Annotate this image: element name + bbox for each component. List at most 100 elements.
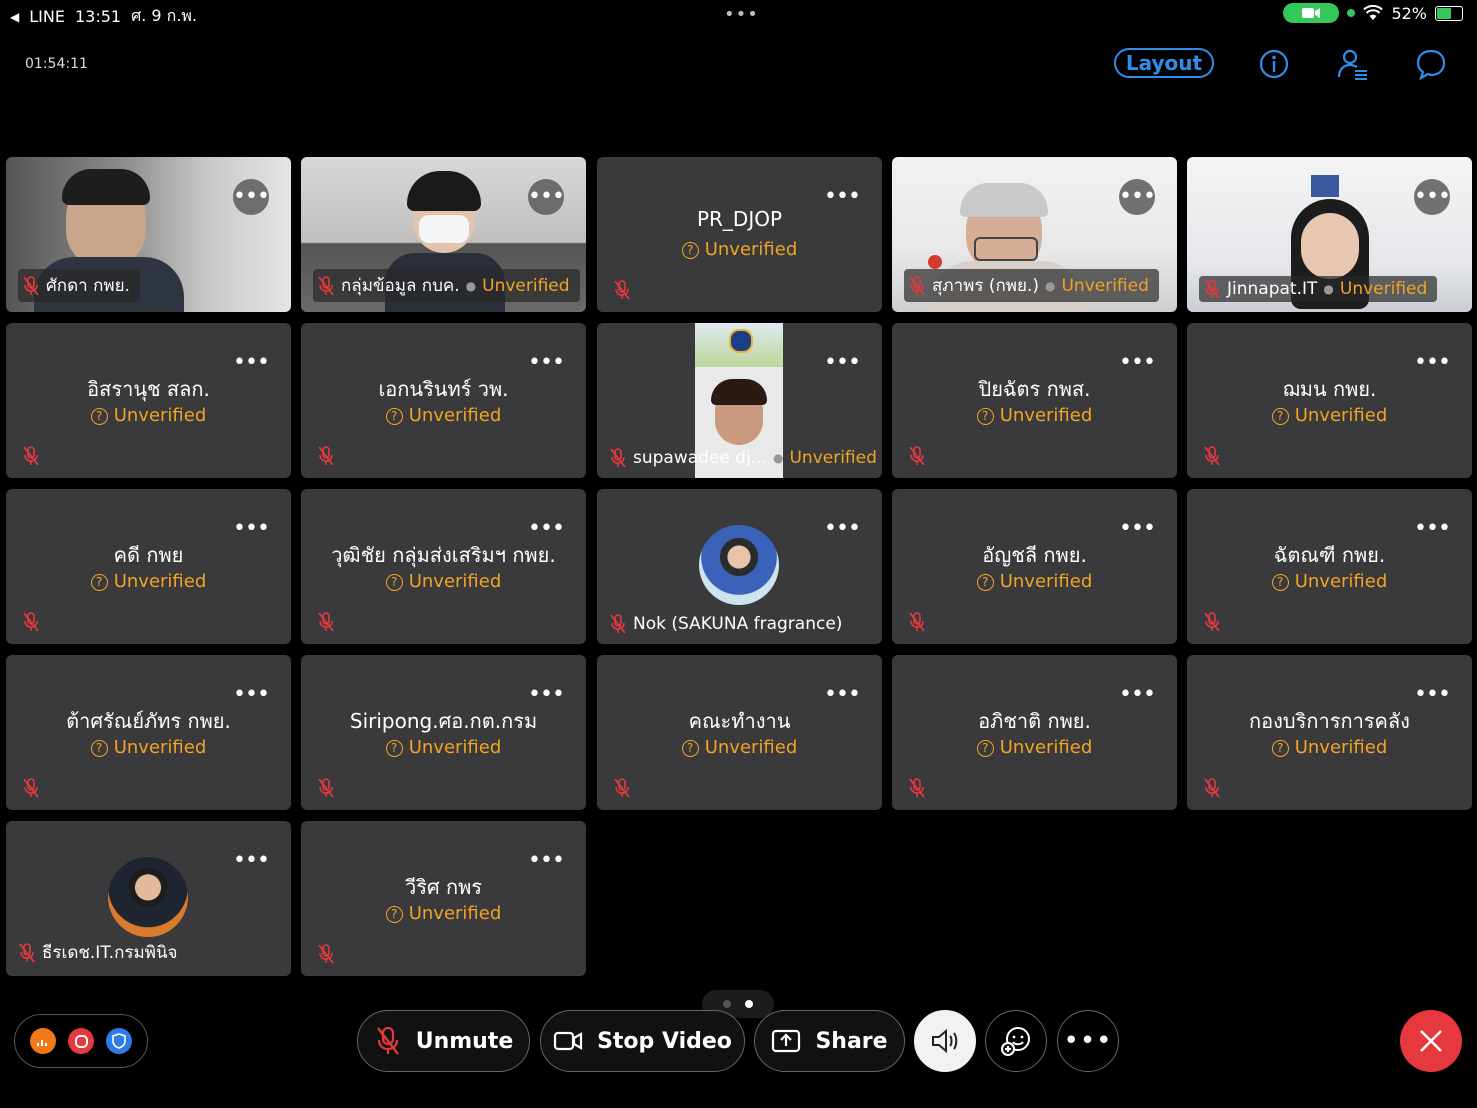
participant-more-button[interactable]: ••• bbox=[824, 345, 861, 381]
participant-tile[interactable]: PR_DJOP? Unverified ••• bbox=[597, 157, 882, 312]
participant-more-button[interactable]: ••• bbox=[528, 345, 565, 381]
mic-muted-icon bbox=[318, 446, 334, 466]
participant-tile[interactable]: อัญชลี กพย.? Unverified ••• bbox=[892, 489, 1177, 644]
mic-muted-icon bbox=[376, 1026, 399, 1055]
participant-tile[interactable]: กองบริการการคลัง? Unverified ••• bbox=[1187, 655, 1472, 810]
participant-tile[interactable]: กลุ่มข้อมูล กบค. ● Unverified ••• bbox=[301, 157, 586, 312]
participant-label: Nok (SAKUNA fragrance) bbox=[609, 614, 842, 634]
leave-meeting-button[interactable] bbox=[1400, 1010, 1462, 1072]
recording-icon bbox=[68, 1028, 94, 1054]
participant-more-button[interactable]: ••• bbox=[1414, 179, 1451, 215]
participant-name: กลุ่มข้อมูล กบค. bbox=[341, 276, 460, 296]
unverified-badge: ? Unverified bbox=[1187, 571, 1472, 592]
participant-more-button[interactable]: ••• bbox=[1119, 345, 1156, 381]
participant-tile[interactable]: ศักดา กพย. ••• bbox=[6, 157, 291, 312]
participant-more-button[interactable]: ••• bbox=[1414, 677, 1451, 713]
info-icon[interactable] bbox=[1258, 48, 1290, 80]
participant-label: ธีรเดช.IT.กรมพินิจ bbox=[18, 939, 178, 966]
chat-icon[interactable] bbox=[1415, 48, 1447, 80]
question-icon: ? bbox=[90, 740, 108, 757]
participant-more-button[interactable]: ••• bbox=[528, 677, 565, 713]
page-dot-1[interactable] bbox=[723, 1000, 731, 1008]
participant-more-button[interactable]: ••• bbox=[1119, 677, 1156, 713]
question-icon: ? bbox=[681, 740, 699, 757]
unverified-badge: ? Unverified bbox=[301, 737, 586, 758]
participant-tile[interactable]: วุฒิชัย กลุ่มส่งเสริมฯ กพย.? Unverified ••… bbox=[301, 489, 586, 644]
participant-more-button[interactable]: ••• bbox=[824, 677, 861, 713]
participant-name: สุภาพร (กพย.) bbox=[932, 276, 1039, 296]
participant-label: Jinnapat.IT ● Unverified bbox=[1199, 276, 1438, 302]
participant-tile[interactable]: อิสรานุช สลก.? Unverified ••• bbox=[6, 323, 291, 478]
mic-muted-icon bbox=[318, 612, 334, 632]
mic-muted-icon bbox=[23, 275, 39, 296]
question-icon: ? bbox=[385, 906, 403, 923]
stop-video-button[interactable]: Stop Video bbox=[540, 1010, 745, 1072]
participant-more-button[interactable]: ••• bbox=[233, 511, 270, 547]
participant-label: สุภาพร (กพย.) ● Unverified bbox=[904, 269, 1159, 302]
question-icon: ? bbox=[385, 408, 403, 425]
question-icon: ? bbox=[976, 574, 994, 591]
participant-more-button[interactable]: ••• bbox=[1414, 511, 1451, 547]
multitask-dots-icon[interactable]: ••• bbox=[724, 4, 759, 25]
participant-more-button[interactable]: ••• bbox=[233, 677, 270, 713]
participant-tile[interactable]: Jinnapat.IT ● Unverified ••• bbox=[1187, 157, 1472, 312]
question-icon: ? bbox=[385, 740, 403, 757]
participant-tile[interactable]: supawadee dj... ● Unverified ••• bbox=[597, 323, 882, 478]
camera-in-use-icon bbox=[1283, 3, 1340, 23]
participant-more-button[interactable]: ••• bbox=[233, 843, 270, 879]
unverified-label: Unverified bbox=[789, 448, 877, 468]
share-button[interactable]: Share bbox=[754, 1010, 905, 1072]
participant-more-button[interactable]: ••• bbox=[528, 843, 565, 879]
mic-muted-icon bbox=[610, 614, 626, 634]
reactions-button[interactable] bbox=[985, 1010, 1047, 1072]
participant-more-button[interactable]: ••• bbox=[528, 511, 565, 547]
participant-tile[interactable]: สุภาพร (กพย.) ● Unverified ••• bbox=[892, 157, 1177, 312]
meeting-status-pill[interactable] bbox=[14, 1014, 148, 1068]
participant-tile[interactable]: คณะทำงาน? Unverified ••• bbox=[597, 655, 882, 810]
participant-more-button[interactable]: ••• bbox=[824, 511, 861, 547]
video-camera-icon bbox=[553, 1031, 583, 1051]
unverified-badge: ? Unverified bbox=[597, 737, 882, 758]
participant-tile[interactable]: ธีรเดช.IT.กรมพินิจ ••• bbox=[6, 821, 291, 976]
participant-tile[interactable]: ฌมน กพย.? Unverified ••• bbox=[1187, 323, 1472, 478]
question-icon: ? bbox=[1271, 574, 1289, 591]
participant-tile[interactable]: ปิยฉัตร กพส.? Unverified ••• bbox=[892, 323, 1177, 478]
participant-tile[interactable]: ฉัตณฑี กพย.? Unverified ••• bbox=[1187, 489, 1472, 644]
mic-muted-icon bbox=[909, 275, 925, 296]
more-options-button[interactable]: ••• bbox=[1057, 1010, 1119, 1072]
participant-label: supawadee dj... ● Unverified bbox=[609, 448, 877, 468]
participants-icon[interactable] bbox=[1336, 48, 1368, 80]
mic-muted-icon bbox=[909, 778, 925, 798]
unverified-label: Unverified bbox=[1061, 275, 1149, 296]
speaker-icon bbox=[932, 1028, 958, 1054]
page-dot-2[interactable] bbox=[745, 1000, 753, 1008]
participant-tile[interactable]: Siripong.ศอ.กต.กรม? Unverified ••• bbox=[301, 655, 586, 810]
unverified-badge: ? Unverified bbox=[892, 571, 1177, 592]
status-date: ศ. 9 ก.พ. bbox=[131, 6, 198, 25]
participant-more-button[interactable]: ••• bbox=[233, 345, 270, 381]
participant-more-button[interactable]: ••• bbox=[1119, 179, 1156, 215]
back-arrow-icon[interactable]: ◀ bbox=[10, 10, 19, 24]
participant-tile[interactable]: Nok (SAKUNA fragrance) ••• bbox=[597, 489, 882, 644]
question-icon: ? bbox=[976, 740, 994, 757]
unverified-label: Unverified bbox=[1339, 279, 1428, 299]
participant-more-button[interactable]: ••• bbox=[824, 179, 861, 215]
participant-tile[interactable]: เอกนรินทร์ วพ.? Unverified ••• bbox=[301, 323, 586, 478]
add-reaction-icon bbox=[1001, 1027, 1030, 1056]
participant-tile[interactable]: วีริศ กพร? Unverified ••• bbox=[301, 821, 586, 976]
participant-tile[interactable]: คดี กพย? Unverified ••• bbox=[6, 489, 291, 644]
mic-muted-icon bbox=[23, 778, 39, 798]
participant-more-button[interactable]: ••• bbox=[1119, 511, 1156, 547]
layout-button[interactable]: Layout bbox=[1114, 48, 1214, 78]
unverified-badge: ? Unverified bbox=[892, 405, 1177, 426]
mic-muted-icon bbox=[23, 446, 39, 466]
unmute-button[interactable]: Unmute bbox=[357, 1010, 530, 1072]
participant-tile[interactable]: อภิชาติ กพย.? Unverified ••• bbox=[892, 655, 1177, 810]
mic-muted-icon bbox=[1204, 612, 1220, 632]
participant-more-button[interactable]: ••• bbox=[233, 179, 270, 215]
back-app-label[interactable]: LINE bbox=[29, 7, 65, 26]
participant-tile[interactable]: ต้าศรัณย์ภัทร กพย.? Unverified ••• bbox=[6, 655, 291, 810]
speaker-button[interactable] bbox=[914, 1010, 976, 1072]
participant-more-button[interactable]: ••• bbox=[1414, 345, 1451, 381]
participant-more-button[interactable]: ••• bbox=[528, 179, 565, 215]
